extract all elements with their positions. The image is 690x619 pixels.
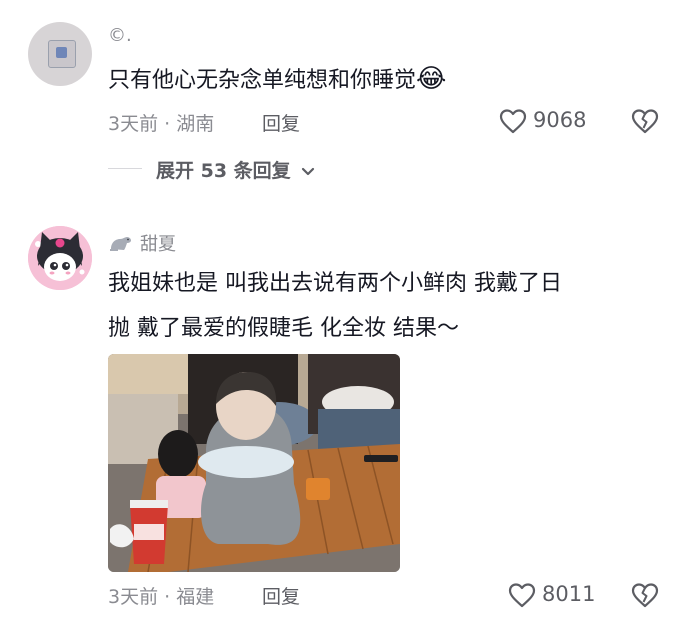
expand-replies-button[interactable]: 展开 53 条回复 [156,156,315,183]
comment-time-location: 3天前 · 福建 [108,586,215,608]
username[interactable]: ©. [108,25,132,46]
divider-line [108,168,142,169]
comment-text-line: 抛 戴了最爱的假睫毛 化全妆 结果～ [108,316,459,341]
comment-photo-image [108,354,400,572]
like-count: 8011 [542,582,596,606]
broken-heart-icon[interactable] [631,108,659,134]
seal-icon [110,237,131,251]
username-row[interactable]: 甜夏 [108,230,176,256]
comment-text-body: 只有他心无杂念单纯想和你睡觉 [108,68,417,93]
username: 甜夏 [140,234,176,255]
laughing-crying-emoji-icon: 😂 [416,64,447,94]
kuromi-avatar-image [28,226,92,290]
avatar-badge [48,40,76,68]
chevron-down-icon [302,167,315,175]
reply-button[interactable]: 回复 [262,109,300,136]
heart-outline-icon[interactable] [499,108,527,134]
comment-text: 只有他心无杂念单纯想和你睡觉😂 [108,60,446,100]
comment-photo[interactable] [108,354,400,572]
expand-replies-label: 展开 53 条回复 [156,160,291,182]
like-count: 9068 [533,108,587,132]
comment-text: 我姐妹也是 叫我出去说有两个小鲜肉 我戴了日 抛 戴了最爱的假睫毛 化全妆 结果… [108,265,562,348]
reply-button[interactable]: 回复 [262,582,300,609]
broken-heart-icon[interactable] [631,582,659,608]
heart-outline-icon[interactable] [508,582,536,608]
comment-text-line: 我姐妹也是 叫我出去说有两个小鲜肉 我戴了日 [108,271,562,296]
avatar[interactable] [28,226,92,290]
comment-time-location: 3天前 · 湖南 [108,113,215,135]
avatar[interactable] [28,22,92,86]
